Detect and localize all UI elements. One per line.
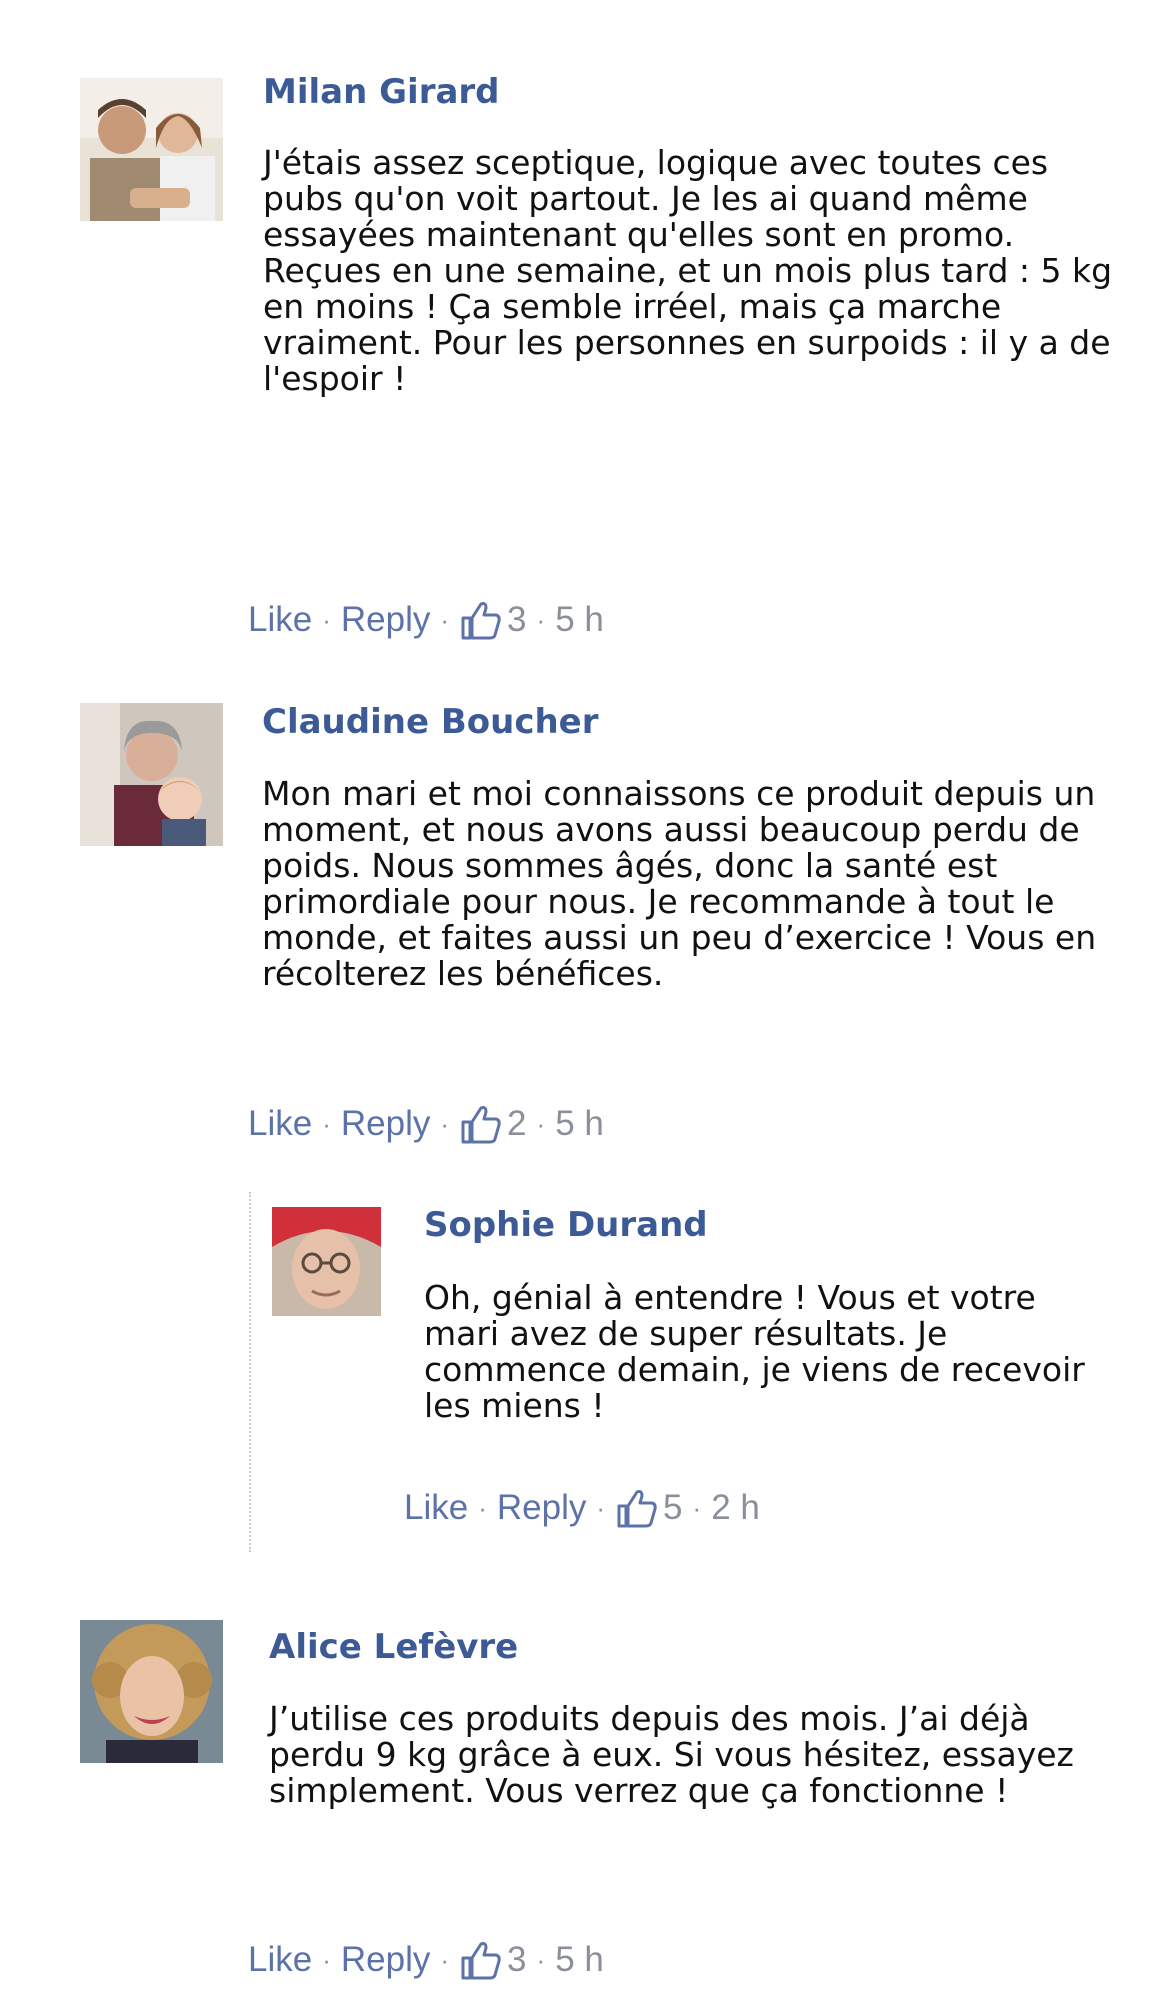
separator: ·	[322, 1108, 331, 1139]
separator: ·	[440, 604, 450, 635]
timestamp: 5 h	[555, 600, 604, 639]
commenter-name[interactable]: Claudine Boucher	[262, 702, 599, 742]
thumbs-up-icon	[459, 1104, 501, 1144]
separator: ·	[536, 604, 546, 635]
like-button[interactable]: Like	[404, 1488, 468, 1528]
reply-button[interactable]: Reply	[497, 1488, 586, 1528]
reply-button[interactable]: Reply	[341, 600, 430, 640]
separator: ·	[322, 604, 331, 635]
timestamp: 2 h	[711, 1488, 760, 1527]
avatar[interactable]	[80, 1620, 223, 1763]
commenter-name[interactable]: Alice Lefèvre	[269, 1627, 518, 1667]
commenter-name[interactable]: Milan Girard	[263, 72, 500, 112]
timestamp: 5 h	[555, 1104, 604, 1143]
reply-button[interactable]: Reply	[341, 1104, 430, 1144]
like-button[interactable]: Like	[248, 600, 312, 640]
comment-actions: Like · Reply · 3 · 5 h	[248, 600, 604, 640]
avatar[interactable]	[80, 78, 223, 221]
comment-actions: Like · Reply · 2 · 5 h	[248, 1104, 604, 1144]
like-count: 3	[507, 1940, 527, 1979]
reply-thread-line	[249, 1192, 251, 1552]
avatar[interactable]	[80, 703, 223, 846]
man-and-child-photo-icon	[80, 78, 223, 221]
comment-text: J'étais assez sceptique, logique avec to…	[263, 143, 1113, 398]
reply-button[interactable]: Reply	[341, 1940, 430, 1980]
separator: ·	[440, 1944, 450, 1975]
comment-actions: Like · Reply · 3 · 5 h	[248, 1940, 604, 1980]
like-count: 3	[507, 600, 527, 639]
separator: ·	[322, 1944, 331, 1975]
thumbs-up-icon	[615, 1488, 657, 1528]
separator: ·	[536, 1108, 546, 1139]
comment-text: Mon mari et moi connaissons ce produit d…	[262, 774, 1097, 993]
avatar[interactable]	[272, 1207, 381, 1316]
timestamp: 5 h	[555, 1940, 604, 1979]
like-count: 2	[507, 1104, 527, 1143]
comment-actions: Like · Reply · 5 · 2 h	[404, 1488, 760, 1528]
grandmother-with-toddler-photo-icon	[80, 703, 223, 846]
curly-haired-woman-photo-icon	[80, 1620, 223, 1763]
comment-text: J’utilise ces produits depuis des mois. …	[269, 1699, 1074, 1810]
like-count: 5	[663, 1488, 683, 1527]
separator: ·	[440, 1108, 450, 1139]
thumbs-up-icon	[459, 600, 501, 640]
separator: ·	[478, 1492, 487, 1523]
like-button[interactable]: Like	[248, 1104, 312, 1144]
like-button[interactable]: Like	[248, 1940, 312, 1980]
separator: ·	[536, 1944, 546, 1975]
separator: ·	[692, 1492, 702, 1523]
commenter-name[interactable]: Sophie Durand	[424, 1205, 708, 1245]
comment-text: Oh, génial à entendre ! Vous et votre ma…	[424, 1278, 1085, 1425]
elderly-woman-red-headscarf-photo-icon	[272, 1207, 381, 1316]
thumbs-up-icon	[459, 1940, 501, 1980]
separator: ·	[596, 1492, 606, 1523]
